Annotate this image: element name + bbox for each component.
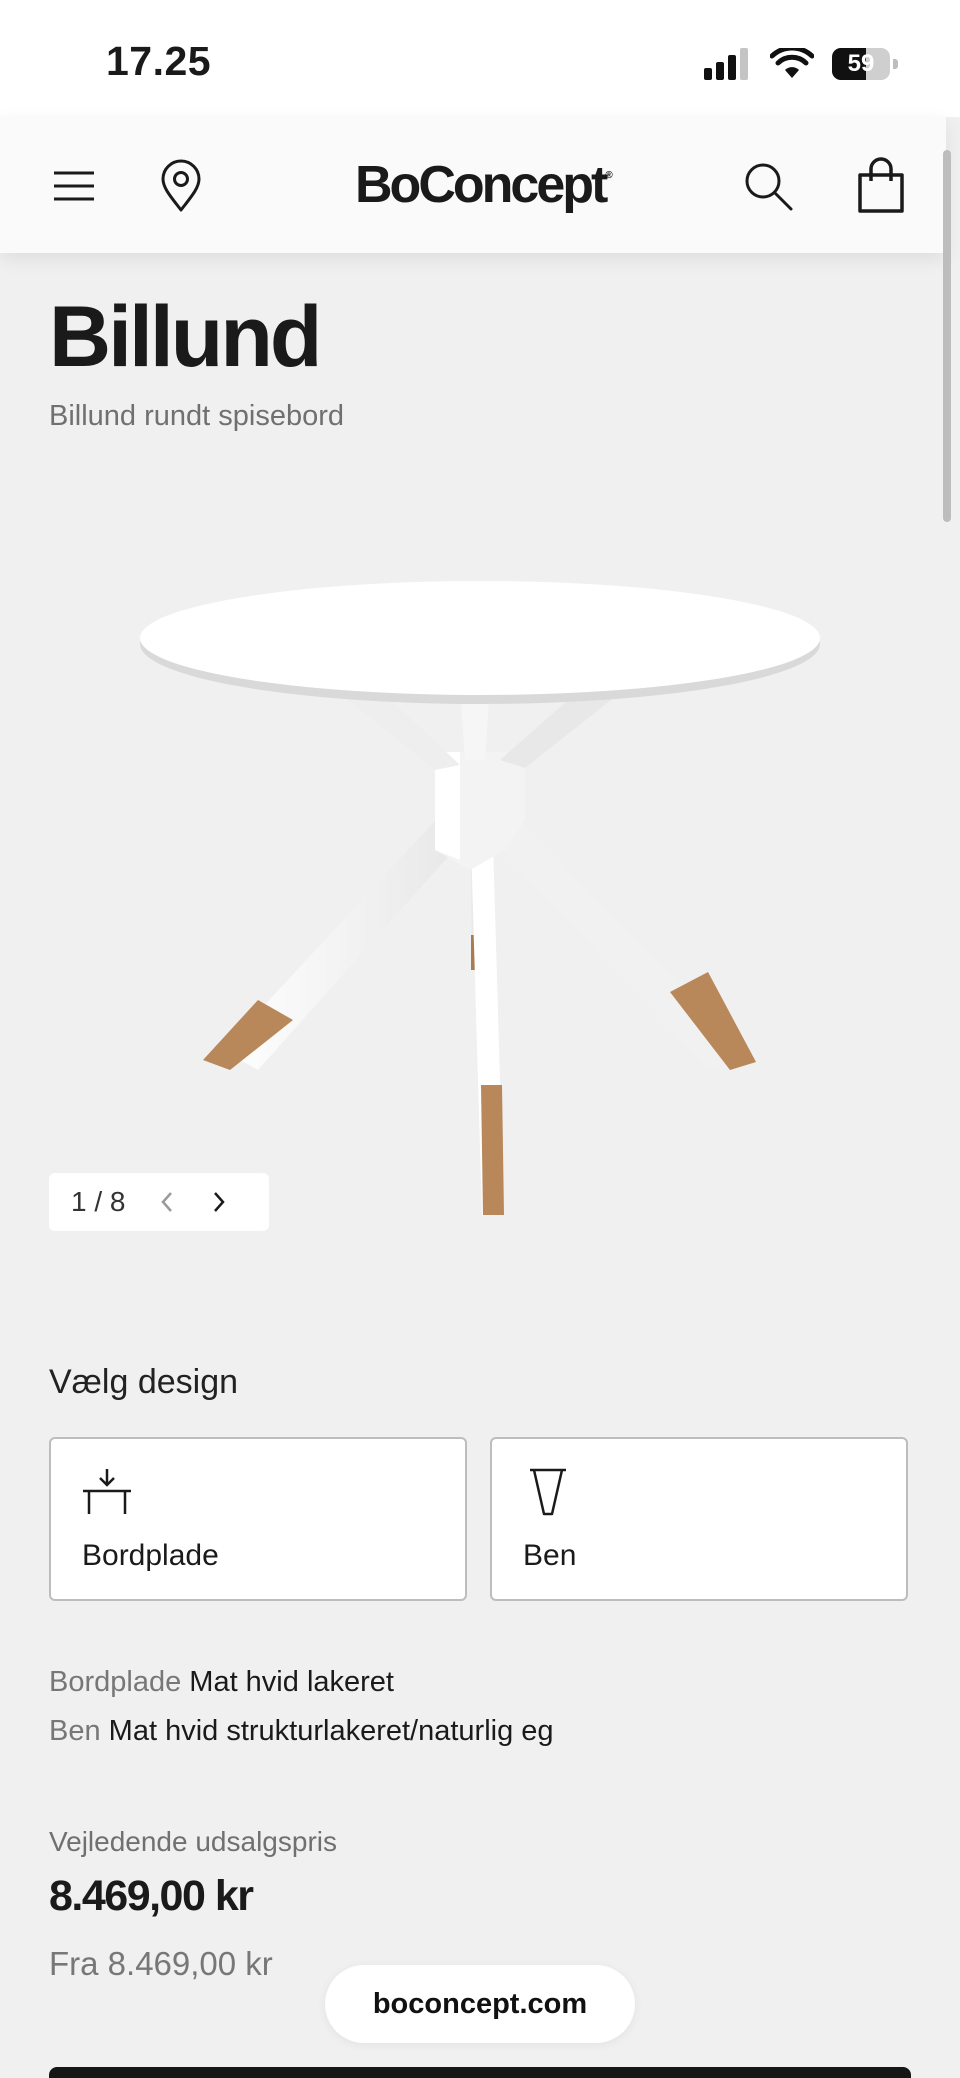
design-option-label: Ben xyxy=(523,1539,577,1572)
status-bar: 17.25 59 xyxy=(0,0,960,117)
add-to-cart-bar[interactable] xyxy=(49,2067,911,2078)
search-icon xyxy=(745,163,793,211)
page-scrollbar[interactable] xyxy=(943,150,951,522)
site-header: BoConcept® xyxy=(0,117,946,253)
browser-url-pill[interactable]: boconcept.com xyxy=(325,1965,635,2043)
location-pin-icon xyxy=(161,159,201,212)
leg-icon xyxy=(530,1468,566,1516)
cart-button[interactable] xyxy=(848,153,914,219)
design-option-label: Bordplade xyxy=(82,1539,219,1572)
gallery-next-button[interactable] xyxy=(193,1173,245,1231)
store-locator-button[interactable] xyxy=(148,153,214,219)
battery-icon: 59 xyxy=(832,48,898,80)
spec-row-tabletop: Bordplade Mat hvid lakeret xyxy=(49,1666,394,1699)
search-button[interactable] xyxy=(735,153,801,219)
price-label: Vejledende udsalgspris xyxy=(49,1826,337,1857)
design-option-tabletop[interactable]: Bordplade xyxy=(49,1437,467,1601)
spec-value: Mat hvid lakeret xyxy=(189,1666,394,1698)
product-title: Billund xyxy=(49,289,322,385)
cellular-signal-icon xyxy=(704,48,748,80)
menu-button[interactable] xyxy=(41,153,107,219)
product-subtitle: Billund rundt spisebord xyxy=(49,400,345,432)
spec-key: Ben xyxy=(49,1715,101,1747)
battery-level: 59 xyxy=(847,50,875,77)
tabletop-icon xyxy=(83,1469,131,1514)
shopping-bag-icon xyxy=(858,157,904,213)
gallery-prev-button[interactable] xyxy=(141,1173,193,1231)
spec-row-legs: Ben Mat hvid strukturlakeret/naturlig eg xyxy=(49,1715,554,1748)
design-option-legs[interactable]: Ben xyxy=(490,1437,908,1601)
spec-value: Mat hvid strukturlakeret/naturlig eg xyxy=(108,1715,554,1747)
gallery-counter: 1 / 8 xyxy=(71,1186,126,1217)
boconcept-logo[interactable]: BoConcept® xyxy=(355,155,613,215)
chevron-right-icon xyxy=(214,1192,225,1212)
status-icons: 59 xyxy=(704,44,898,84)
wifi-icon xyxy=(770,48,814,78)
status-time: 17.25 xyxy=(106,38,212,84)
gallery-pager: 1 / 8 xyxy=(49,1173,269,1231)
chevron-left-icon xyxy=(161,1192,172,1212)
product-price: 8.469,00 kr xyxy=(49,1872,254,1920)
price-from: Fra 8.469,00 kr xyxy=(49,1945,273,1982)
hamburger-menu-icon xyxy=(54,171,94,201)
spec-key: Bordplade xyxy=(49,1666,182,1698)
design-section-title: Vælg design xyxy=(49,1363,239,1401)
product-image[interactable] xyxy=(130,560,830,1220)
